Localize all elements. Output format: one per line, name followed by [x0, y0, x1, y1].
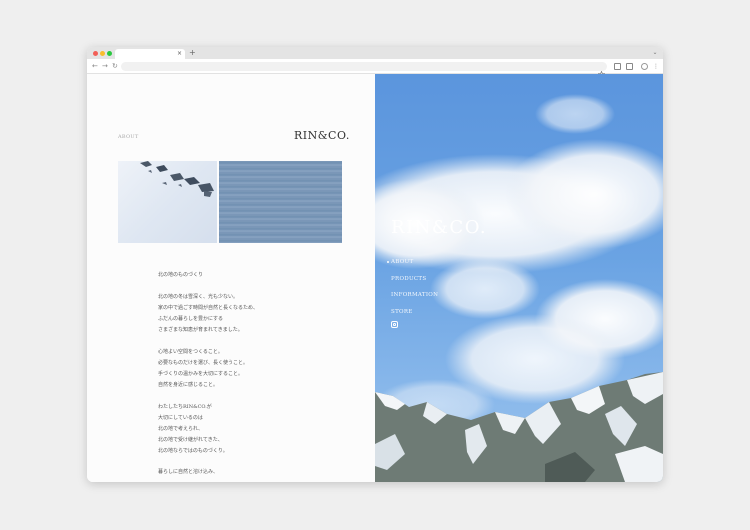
- paragraph-line: 家の中で過ごす時間が自然と長くなるため、: [158, 305, 259, 311]
- paragraph-line: 暮らしに自然と溶け込み、: [158, 469, 219, 475]
- snow-photo: [118, 161, 217, 243]
- about-paragraph-2: 心地よい空間をつくること。 必要なものだけを選び、長く使うこと。 手づくりの温か…: [158, 347, 348, 391]
- browser-window: × + ⌄ ← → ↻ ⋮ ABOUT RIN&CO. 北の地のものづくり 北の…: [87, 47, 663, 482]
- hero-panel: RIN&CO. ABOUT PRODUCTS INFORMATION STORE: [375, 74, 663, 482]
- paragraph-line: ふだんの暮らしを豊かにする: [158, 316, 224, 322]
- address-bar[interactable]: [121, 62, 607, 71]
- paragraph-line: 心地よい空間をつくること。: [158, 349, 223, 355]
- reload-button[interactable]: ↻: [112, 61, 118, 72]
- instagram-icon[interactable]: [391, 321, 398, 328]
- nav-item-about[interactable]: ABOUT: [386, 254, 438, 271]
- about-panel: ABOUT RIN&CO. 北の地のものづくり 北の地の冬は雪深く、光も少ない。…: [87, 74, 375, 482]
- about-paragraph-4: 暮らしに自然と溶け込み、: [158, 467, 348, 478]
- paragraph-line: 必要なものだけを選び、長く使うこと。: [158, 360, 249, 366]
- tab-menu-icon[interactable]: ⌄: [651, 49, 659, 57]
- nav-item-store[interactable]: STORE: [391, 304, 438, 321]
- forward-button[interactable]: →: [102, 61, 108, 72]
- paragraph-line: 北の地で受け継がれてきた、: [158, 437, 223, 443]
- paragraph-line: 北の地で考えられ、: [158, 426, 204, 432]
- paragraph-line: 北の地ならではのものづくり。: [158, 448, 228, 454]
- about-paragraph-1: 北の地の冬は雪深く、光も少ない。 家の中で過ごす時間が自然と長くなるため、 ふだ…: [158, 292, 348, 336]
- nav-item-information[interactable]: INFORMATION: [391, 287, 438, 304]
- back-button[interactable]: ←: [92, 61, 98, 72]
- paragraph-line: 大切にしているのは: [158, 415, 203, 421]
- about-heading: 北の地のものづくり: [158, 272, 204, 278]
- extensions-icon[interactable]: [614, 63, 621, 70]
- paragraph-line: わたしたちRIN&CO.が: [158, 404, 212, 410]
- about-heading-block: 北の地のものづくり: [158, 270, 348, 281]
- brand-logo-large[interactable]: RIN&CO.: [391, 217, 487, 238]
- main-nav: ABOUT PRODUCTS INFORMATION STORE: [386, 254, 438, 321]
- sidebar-icon[interactable]: [626, 63, 633, 70]
- profile-avatar-icon[interactable]: [641, 63, 648, 70]
- maximize-window-button[interactable]: [107, 51, 112, 56]
- paragraph-line: さまざまな知恵が育まれてきました。: [158, 327, 243, 333]
- close-window-button[interactable]: [93, 51, 98, 56]
- browser-toolbar: ← → ↻ ⋮: [87, 59, 663, 79]
- paragraph-line: 北の地の冬は雪深く、光も少ない。: [158, 294, 239, 300]
- paragraph-line: 自然を身近に感じること。: [158, 382, 219, 388]
- more-menu-icon[interactable]: ⋮: [653, 63, 660, 70]
- about-paragraph-3: わたしたちRIN&CO.が 大切にしているのは 北の地で考えられ、 北の地で受け…: [158, 402, 348, 457]
- sea-photo: [219, 161, 342, 243]
- nav-item-products[interactable]: PRODUCTS: [391, 271, 438, 288]
- bookmark-star-icon[interactable]: [597, 63, 606, 79]
- tab-bar: × + ⌄: [87, 47, 663, 59]
- new-tab-button[interactable]: +: [189, 47, 196, 59]
- minimize-window-button[interactable]: [100, 51, 105, 56]
- paragraph-line: 手づくりの温かみを大切にすること。: [158, 371, 244, 377]
- brand-logo-small[interactable]: RIN&CO.: [294, 129, 350, 142]
- tab-close-icon[interactable]: ×: [177, 49, 182, 59]
- page-content: ABOUT RIN&CO. 北の地のものづくり 北の地の冬は雪深く、光も少ない。…: [87, 74, 663, 482]
- browser-tab[interactable]: ×: [115, 49, 185, 59]
- section-label: ABOUT: [118, 134, 139, 140]
